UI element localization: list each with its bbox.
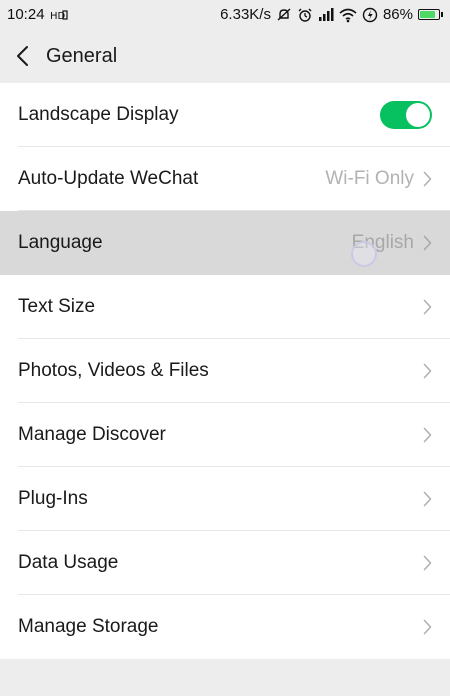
chevron-left-icon (17, 46, 28, 66)
row-right (422, 426, 432, 444)
setting-label: Text Size (18, 296, 96, 317)
toggle-knob (406, 103, 430, 127)
setting-label: Landscape Display (18, 104, 179, 125)
row-right (422, 490, 432, 508)
setting-value: English (351, 232, 414, 253)
setting-label: Auto-Update WeChat (18, 168, 199, 189)
back-button[interactable] (12, 41, 34, 71)
row-right (422, 554, 432, 572)
row-right (422, 298, 432, 316)
setting-label: Photos, Videos & Files (18, 360, 209, 381)
setting-row-language[interactable]: Language English (0, 211, 450, 275)
chevron-right-icon (422, 618, 432, 636)
status-bar: 10:24 HD 6.33K/s 86% (0, 0, 450, 29)
setting-label: Plug-Ins (18, 488, 88, 509)
setting-label: Manage Storage (18, 616, 159, 637)
hd-call-icon: HD (50, 8, 68, 22)
setting-label: Data Usage (18, 552, 119, 573)
setting-row-plug-ins[interactable]: Plug-Ins (0, 467, 450, 531)
battery-fill (420, 11, 436, 18)
setting-row-auto-update[interactable]: Auto-Update WeChat Wi-Fi Only (0, 147, 450, 211)
setting-row-manage-discover[interactable]: Manage Discover (0, 403, 450, 467)
battery-body (418, 9, 440, 20)
setting-value: Wi-Fi Only (325, 168, 414, 189)
power-saving-icon (362, 7, 378, 23)
battery-percent: 86% (382, 6, 413, 23)
signal-icon (318, 7, 334, 23)
row-right: English (352, 232, 432, 254)
nav-bar: General (0, 29, 450, 83)
setting-row-text-size[interactable]: Text Size (0, 275, 450, 339)
settings-list: Landscape Display Auto-Update WeChat Wi-… (0, 83, 450, 659)
status-time: 10:24 (7, 6, 45, 23)
setting-row-data-usage[interactable]: Data Usage (0, 531, 450, 595)
landscape-display-toggle[interactable] (380, 101, 432, 129)
setting-row-photos-videos-files[interactable]: Photos, Videos & Files (0, 339, 450, 403)
chevron-right-icon (422, 426, 432, 444)
alarm-icon (297, 7, 313, 23)
row-right: Wi-Fi Only (325, 168, 432, 190)
wifi-icon (339, 7, 357, 23)
row-right (422, 618, 432, 636)
setting-row-landscape-display[interactable]: Landscape Display (0, 83, 450, 147)
chevron-right-icon (422, 170, 432, 188)
chevron-right-icon (422, 298, 432, 316)
network-speed: 6.33K/s (220, 6, 271, 23)
status-left: 10:24 HD (7, 6, 68, 23)
chevron-right-icon (422, 554, 432, 572)
page-title: General (46, 44, 118, 67)
battery-icon (418, 9, 443, 20)
chevron-right-icon (422, 490, 432, 508)
mute-icon (276, 7, 292, 23)
row-right (422, 362, 432, 380)
chevron-right-icon (422, 362, 432, 380)
battery-tip (441, 12, 443, 17)
setting-label: Language (18, 232, 103, 253)
setting-label: Manage Discover (18, 424, 166, 445)
chevron-right-icon (422, 234, 432, 252)
setting-row-manage-storage[interactable]: Manage Storage (0, 595, 450, 659)
status-right: 6.33K/s 86% (220, 6, 443, 23)
